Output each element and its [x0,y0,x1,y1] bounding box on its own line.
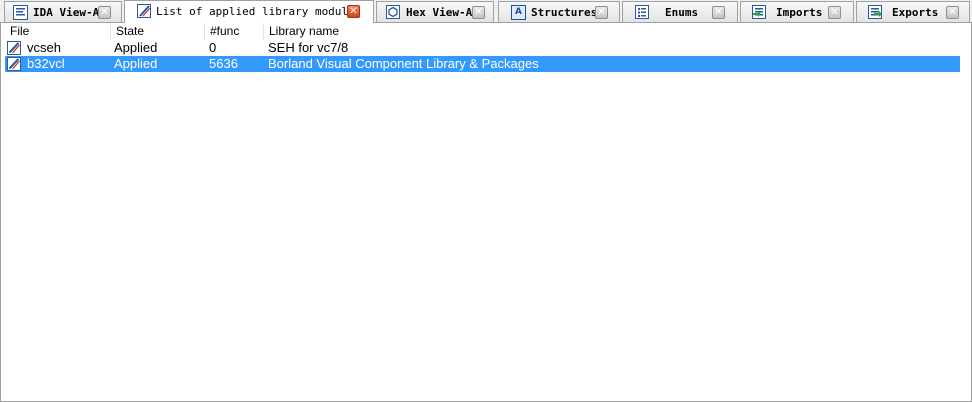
cell-func: 0 [209,40,217,55]
column-header-func[interactable]: #func [205,23,264,40]
tab-label: Hex View-A [406,6,473,19]
structures-icon: A [511,5,526,20]
disassembly-icon [13,5,28,20]
tab-library-modules[interactable]: List of applied library modules ✕ [124,0,374,23]
tab-ida-view-a[interactable]: IDA View-A ✕ [4,1,122,22]
tab-enums[interactable]: Enums ✕ [622,1,738,22]
close-icon[interactable]: ✕ [98,6,111,19]
close-icon[interactable]: ✕ [828,6,841,19]
cell-library-name: SEH for vc7/8 [268,40,349,55]
column-header-file[interactable]: File [5,23,111,40]
library-modules-list[interactable]: File State #func Library name vcseh Appl… [0,23,972,402]
cell-file: vcseh [27,40,61,55]
imports-icon [752,5,767,20]
tab-label: IDA View-A [33,6,100,19]
cell-func: 5636 [209,56,238,71]
close-icon[interactable]: ✕ [712,6,725,19]
cell-library-name: Borland Visual Component Library & Packa… [268,56,539,71]
table-row[interactable]: vcseh Applied 0 SEH for vc7/8 [5,40,960,56]
tab-imports[interactable]: Imports ✕ [740,1,854,22]
close-icon[interactable]: ✕ [347,5,360,18]
tab-structures[interactable]: A Structures ✕ [498,1,620,22]
cell-state: Applied [114,56,158,71]
tab-exports[interactable]: Exports ✕ [856,1,970,22]
cell-state: Applied [114,40,158,55]
library-icon [7,57,21,71]
library-icon [137,4,152,19]
tab-label: Structures [531,6,598,19]
close-icon[interactable]: ✕ [472,6,485,19]
column-header-library-name[interactable]: Library name [264,23,564,40]
hex-icon [386,5,401,20]
exports-icon [868,5,883,20]
ida-window: IDA View-A ✕ List of applied library mod… [0,0,972,402]
cell-file: b32vcl [27,56,65,71]
tab-hex-view-a[interactable]: Hex View-A ✕ [376,1,494,22]
enums-icon [635,5,650,20]
tab-bar: IDA View-A ✕ List of applied library mod… [0,0,972,23]
column-header-state[interactable]: State [111,23,205,40]
close-icon[interactable]: ✕ [595,6,608,19]
table-row-selected[interactable]: b32vcl Applied 5636 Borland Visual Compo… [5,56,960,72]
tab-label: Exports [892,6,939,19]
library-icon [7,41,21,55]
tab-label: Enums [665,6,699,19]
tab-label: Imports [776,6,823,19]
list-header: File State #func Library name [1,23,971,40]
close-icon[interactable]: ✕ [946,6,959,19]
tab-label: List of applied library modules [156,5,362,18]
